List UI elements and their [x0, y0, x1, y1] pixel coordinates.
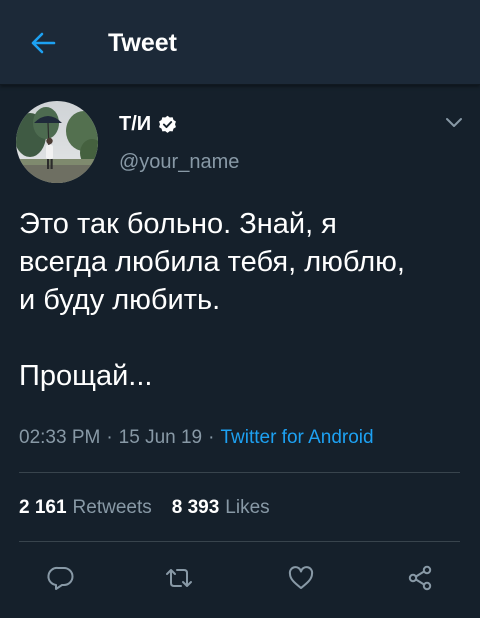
retweets-label: Retweets [72, 497, 152, 518]
like-icon [288, 566, 314, 589]
separator-dot: · [106, 427, 113, 448]
share-icon [408, 565, 432, 591]
action-bar [0, 562, 480, 594]
share-button[interactable] [404, 562, 436, 594]
more-options-button[interactable] [443, 114, 465, 132]
avatar[interactable] [16, 101, 98, 183]
retweet-button[interactable] [163, 562, 195, 594]
page-title: Tweet [108, 29, 177, 57]
chevron-down-icon [446, 118, 462, 127]
tweet-meta: 02:33 PM · 15 Jun 19 · Twitter for Android [19, 426, 374, 450]
reply-button[interactable] [45, 562, 77, 594]
back-button[interactable] [27, 27, 59, 59]
author-name-row[interactable]: Т/И [119, 112, 177, 136]
divider [19, 472, 460, 473]
display-name: Т/И [119, 113, 152, 135]
profile-photo [16, 101, 98, 183]
likes-count: 8 393 [171, 497, 220, 518]
separator-dot: · [208, 427, 215, 448]
retweets-stat[interactable]: 2 161 Retweets [19, 496, 152, 520]
divider [19, 541, 460, 542]
reply-icon [47, 566, 74, 590]
likes-label: Likes [225, 497, 270, 518]
likes-stat[interactable]: 8 393 Likes [172, 496, 270, 520]
top-bar: Tweet [0, 0, 480, 85]
tweet-text: Это так больно. Знай, я всегда любила те… [19, 208, 405, 392]
tweet-source-link[interactable]: Twitter for Android [220, 427, 373, 448]
like-button[interactable] [285, 562, 317, 594]
tweet-time: 02:33 PM [19, 427, 101, 448]
retweet-icon [166, 569, 192, 587]
author-handle[interactable]: @your_name [119, 150, 239, 174]
tweet-date: 15 Jun 19 [118, 427, 203, 448]
tweet-stats: 2 161 Retweets 8 393 Likes [19, 496, 270, 520]
verified-badge-icon [159, 115, 177, 133]
arrow-left-icon [31, 32, 56, 54]
retweets-count: 2 161 [19, 497, 67, 518]
